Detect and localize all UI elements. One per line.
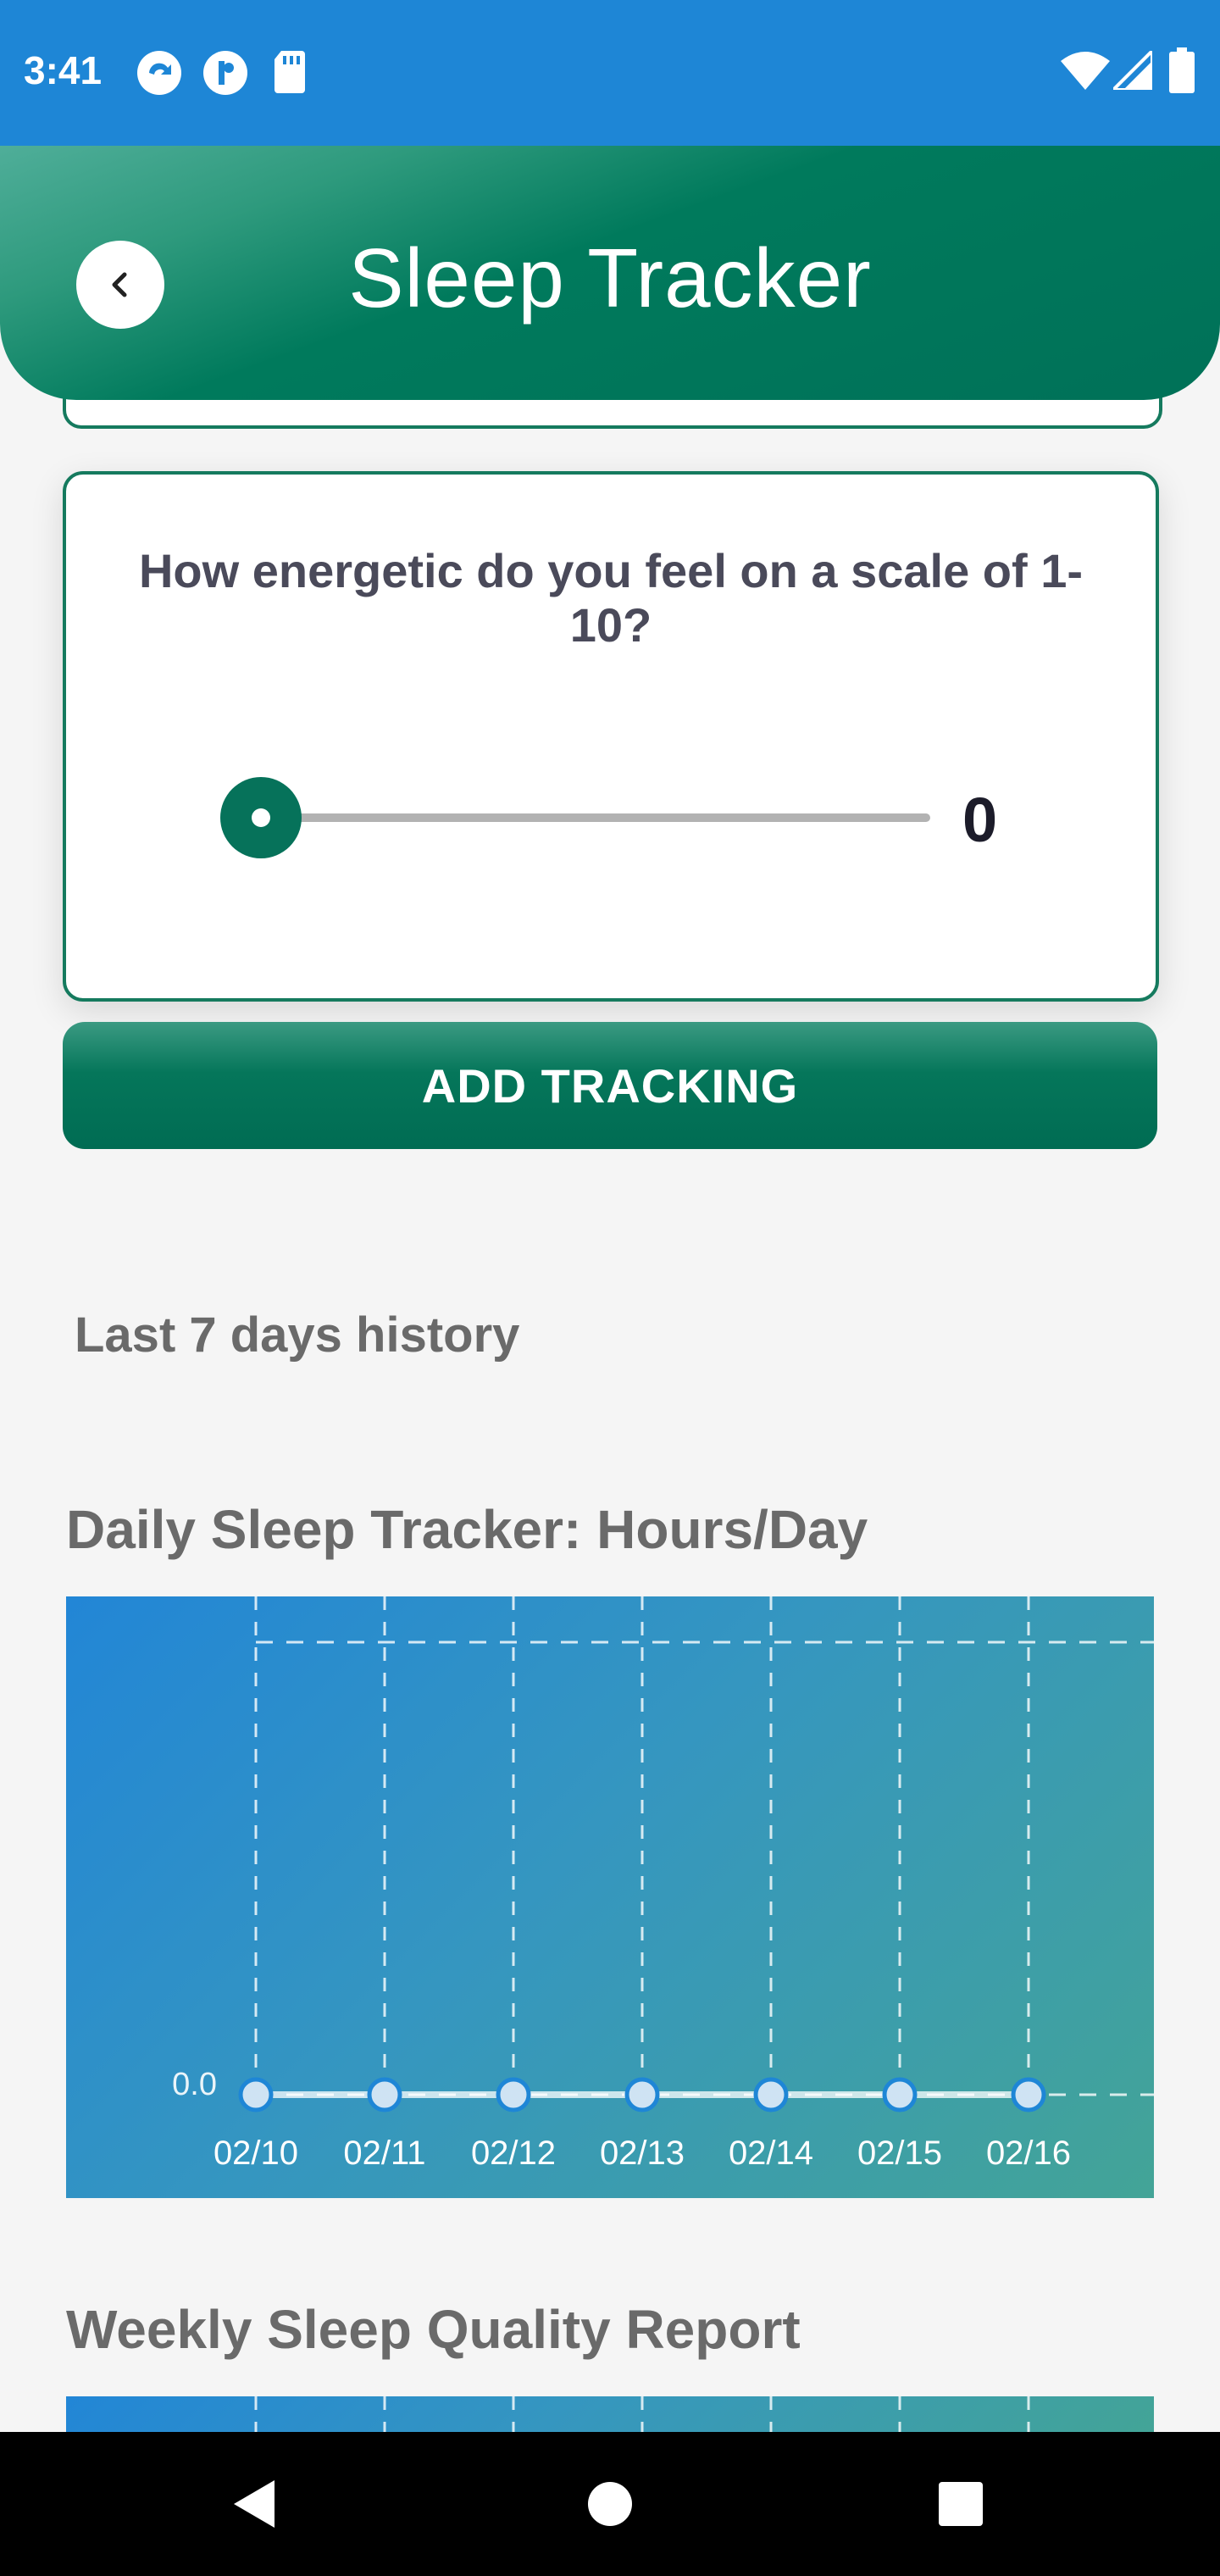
data-point <box>624 2077 660 2112</box>
energy-question-card: How energetic do you feel on a scale of … <box>63 471 1159 1002</box>
status-time: 3:41 <box>24 48 103 92</box>
data-point <box>1011 2077 1046 2112</box>
page-title: Sleep Tracker <box>348 231 872 325</box>
system-nav-bar <box>0 2432 1220 2576</box>
daily-chart-title: Daily Sleep Tracker: Hours/Day <box>66 1499 868 1560</box>
x-tick-label: 02/10 <box>214 2135 298 2172</box>
x-tick-label: 02/15 <box>857 2135 942 2172</box>
square-recents-icon <box>939 2482 983 2526</box>
x-tick-label: 02/16 <box>986 2135 1071 2172</box>
daily-sleep-chart: 0.0 02/10 02/11 02/12 02/13 02/14 02/15 02/16 <box>66 1596 1154 2198</box>
weekly-chart-title: Weekly Sleep Quality Report <box>66 2299 801 2360</box>
energy-question: How energetic do you feel on a scale of … <box>138 544 1084 652</box>
weekly-quality-chart <box>66 2396 1154 2432</box>
weekly-quality-chart-svg <box>254 2396 1030 2432</box>
y-tick-label: 0.0 <box>172 2067 217 2102</box>
energy-slider-thumb[interactable] <box>220 777 302 858</box>
nav-recents-button[interactable] <box>893 2432 1029 2576</box>
cell-signal-icon <box>1113 51 1152 90</box>
app-header: Sleep Tracker <box>0 146 1220 400</box>
x-tick-label: 02/12 <box>471 2135 556 2172</box>
nav-home-button[interactable] <box>542 2432 678 2576</box>
energy-slider-track[interactable] <box>261 813 930 822</box>
data-point <box>367 2077 402 2112</box>
circle-home-icon <box>588 2482 632 2526</box>
x-tick-label: 02/13 <box>600 2135 685 2172</box>
nav-back-button[interactable] <box>186 2432 322 2576</box>
sd-card-icon <box>274 51 305 93</box>
data-point <box>753 2077 789 2112</box>
x-tick-label: 02/11 <box>343 2135 425 2172</box>
triangle-back-icon <box>234 2480 274 2528</box>
sync-app-icon <box>137 51 181 95</box>
battery-icon <box>1169 47 1195 93</box>
pinterest-app-icon <box>203 51 247 95</box>
status-bar: 3:41 <box>0 0 1220 146</box>
data-point <box>496 2077 531 2112</box>
data-point <box>238 2077 274 2112</box>
wifi-icon <box>1061 52 1110 90</box>
data-point <box>882 2077 918 2112</box>
x-tick-label: 02/14 <box>729 2135 813 2172</box>
daily-sleep-chart-svg: 0.0 02/10 02/11 02/12 02/13 02/14 02/15 02/16 <box>172 1596 1154 2172</box>
energy-slider-value: 0 <box>962 785 998 855</box>
history-heading: Last 7 days history <box>75 1307 520 1363</box>
add-tracking-button[interactable]: ADD TRACKING <box>63 1022 1157 1149</box>
